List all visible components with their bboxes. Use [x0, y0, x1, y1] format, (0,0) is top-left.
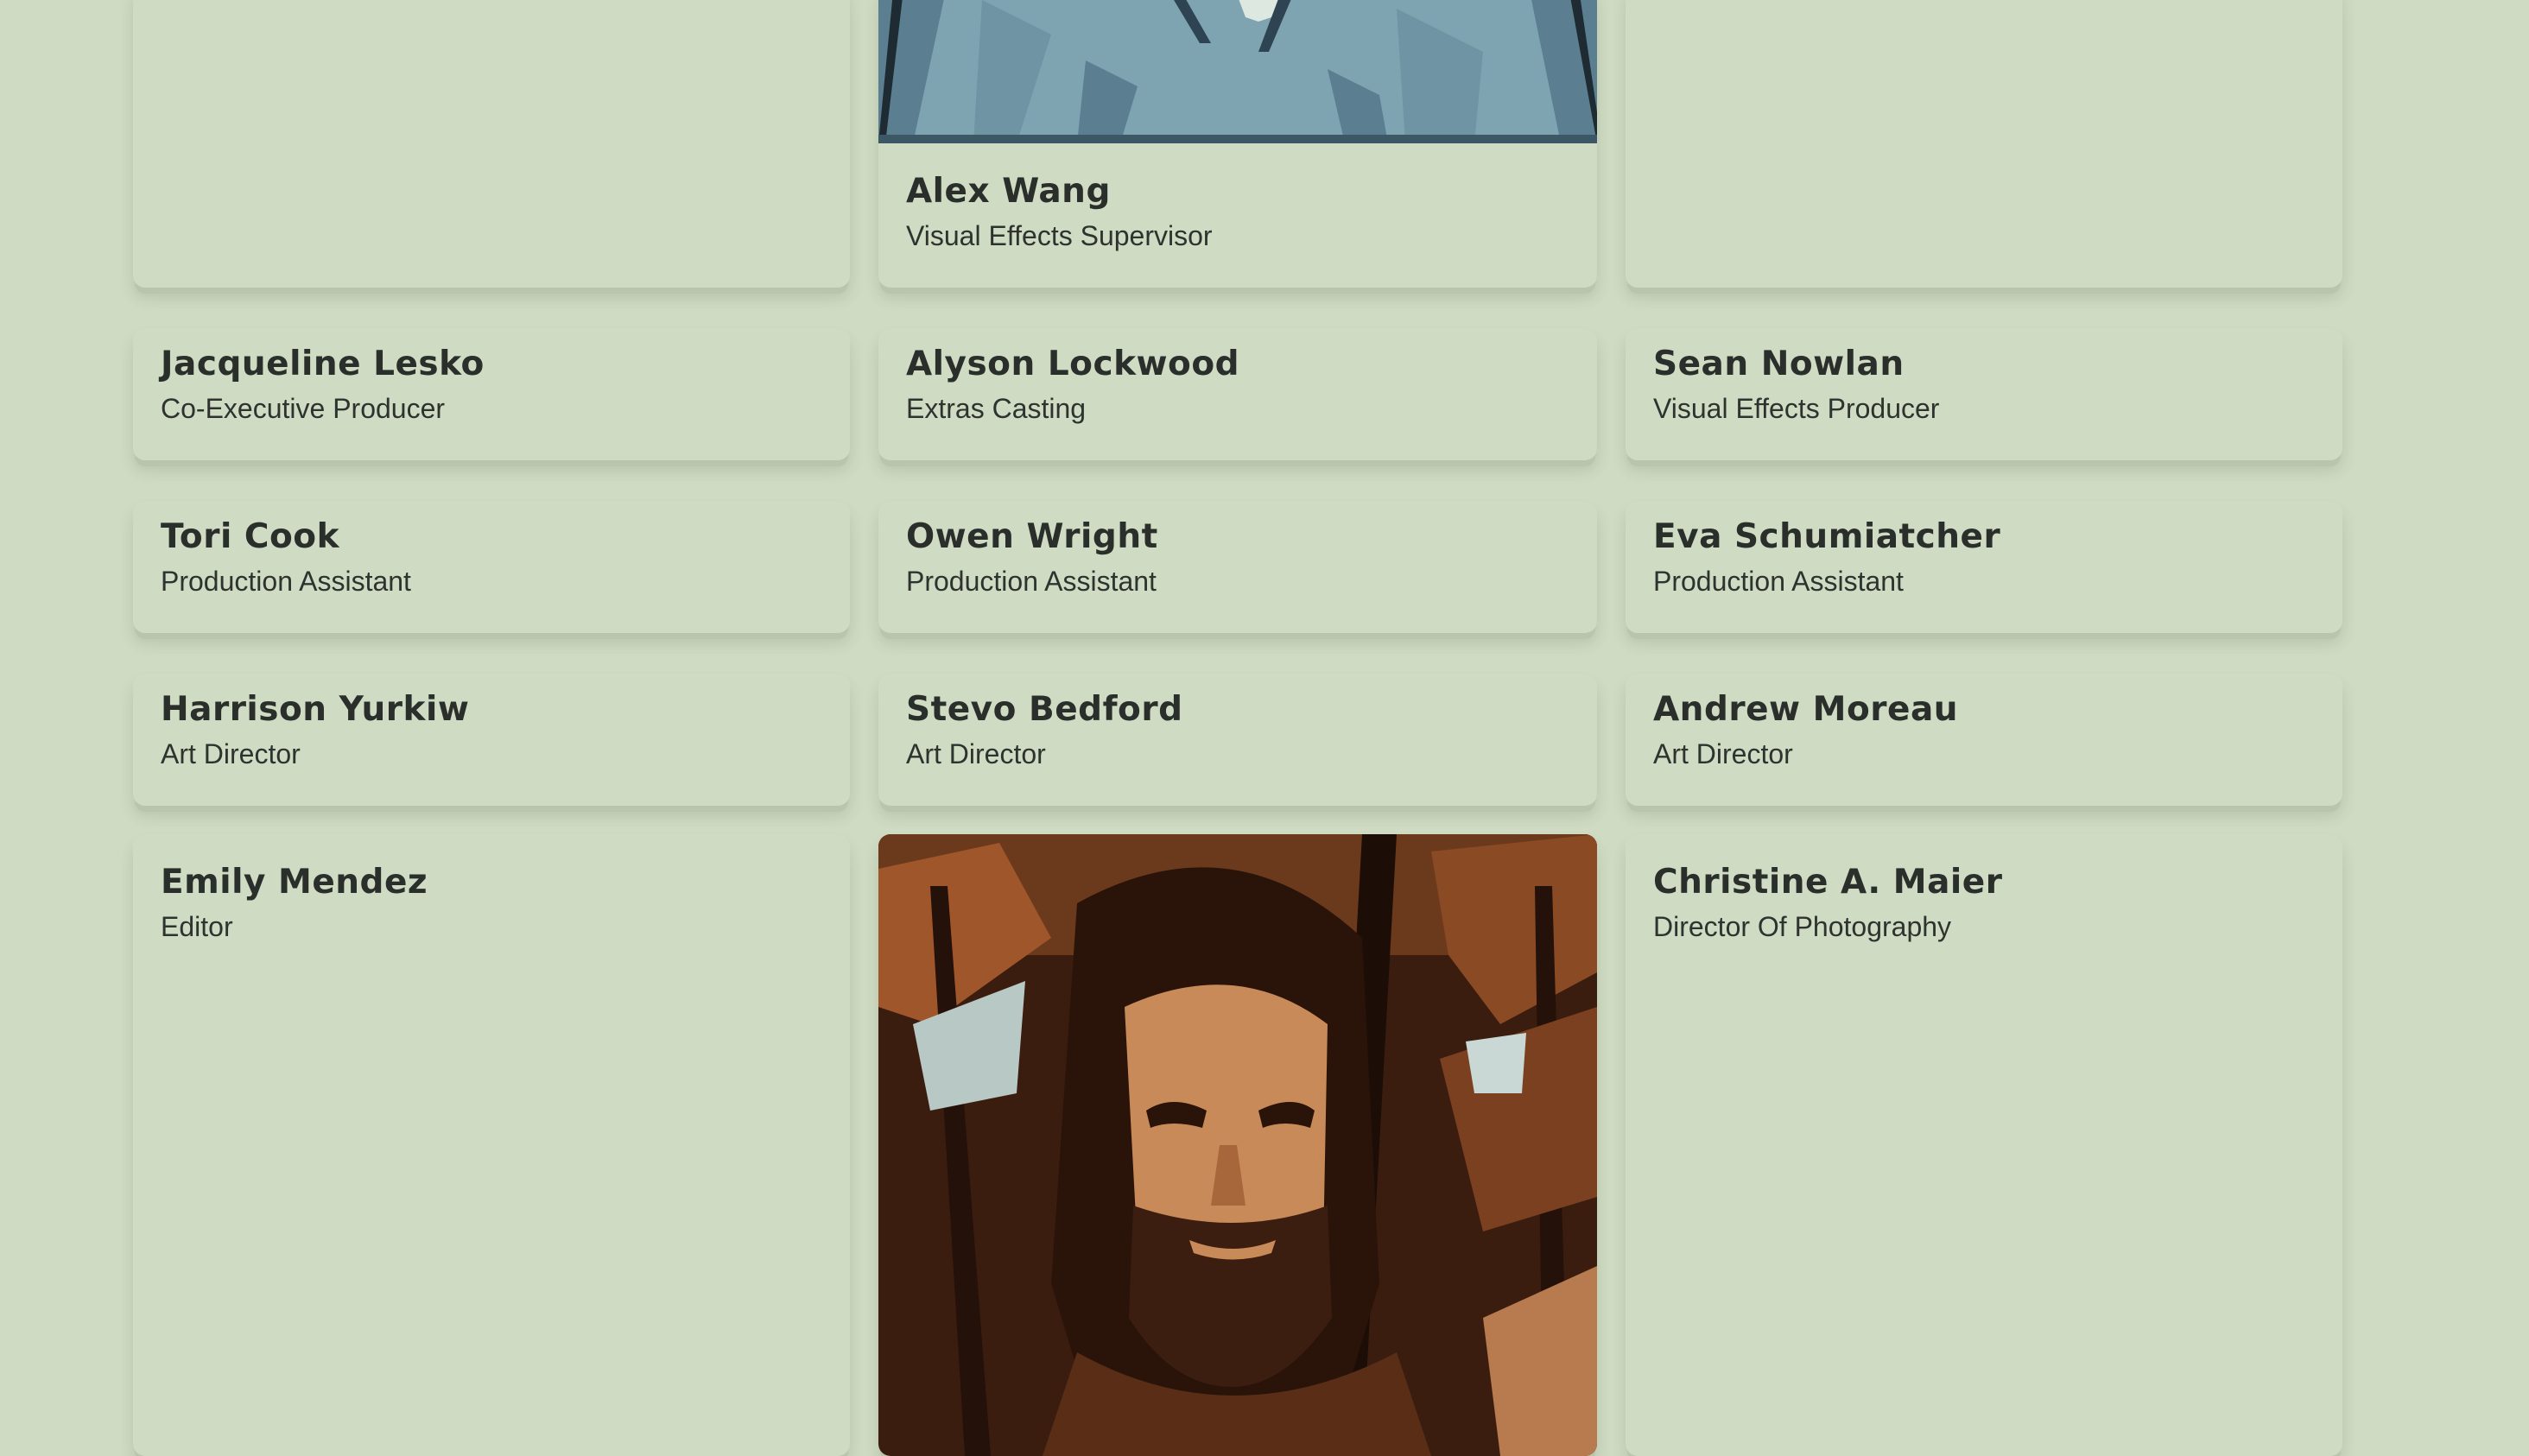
crew-name: Eva Schumiatcher	[1653, 517, 2001, 556]
crew-card[interactable]: Alex Wang Visual Effects Supervisor	[878, 0, 1597, 288]
crew-role: Visual Effects Supervisor	[906, 220, 1213, 251]
crew-name: Owen Wright	[906, 517, 1158, 556]
crew-role: Extras Casting	[906, 393, 1087, 424]
crew-photo-alex-wang	[878, 0, 1597, 143]
crew-name: Emily Mendez	[161, 863, 428, 902]
crew-card-photo[interactable]	[878, 834, 1597, 1456]
crew-name: Stevo Bedford	[906, 690, 1183, 729]
crew-role: Production Assistant	[906, 566, 1157, 597]
crew-card[interactable]: Tori Cook Production Assistant	[133, 501, 850, 633]
crew-role: Art Director	[161, 738, 301, 769]
crew-role: Production Assistant	[1653, 566, 1904, 597]
crew-name: Harrison Yurkiw	[161, 690, 470, 729]
crew-card[interactable]: Eva Schumiatcher Production Assistant	[1626, 501, 2342, 633]
crew-card[interactable]: Harrison Yurkiw Art Director	[133, 674, 850, 806]
crew-card[interactable]: Sean Nowlan Visual Effects Producer	[1626, 328, 2342, 460]
crew-role: Art Director	[906, 738, 1046, 769]
crew-role: Co-Executive Producer	[161, 393, 446, 424]
crew-role: Director Of Photography	[1653, 911, 1952, 942]
crew-card[interactable]: Alyson Lockwood Extras Casting	[878, 328, 1597, 460]
crew-name: Tori Cook	[161, 517, 340, 556]
crew-role: Editor	[161, 911, 233, 942]
crew-name: Christine A. Maier	[1653, 863, 2003, 902]
crew-photo-portrait	[878, 834, 1597, 1456]
crew-card-empty[interactable]	[1626, 0, 2342, 288]
crew-card[interactable]: Jacqueline Lesko Co-Executive Producer	[133, 328, 850, 460]
crew-name: Jacqueline Lesko	[161, 345, 485, 383]
crew-role: Art Director	[1653, 738, 1793, 769]
crew-role: Production Assistant	[161, 566, 411, 597]
crew-card[interactable]: Emily Mendez Editor	[133, 834, 850, 1456]
crew-name: Andrew Moreau	[1653, 690, 1959, 729]
crew-card[interactable]: Andrew Moreau Art Director	[1626, 674, 2342, 806]
crew-name: Alyson Lockwood	[906, 345, 1240, 383]
crew-card[interactable]: Stevo Bedford Art Director	[878, 674, 1597, 806]
crew-card[interactable]: Christine A. Maier Director Of Photograp…	[1626, 834, 2342, 1456]
crew-name: Sean Nowlan	[1653, 345, 1905, 383]
crew-name: Alex Wang	[906, 172, 1111, 211]
crew-card[interactable]: Owen Wright Production Assistant	[878, 501, 1597, 633]
crew-role: Visual Effects Producer	[1653, 393, 1940, 424]
crew-card-empty[interactable]	[133, 0, 850, 288]
